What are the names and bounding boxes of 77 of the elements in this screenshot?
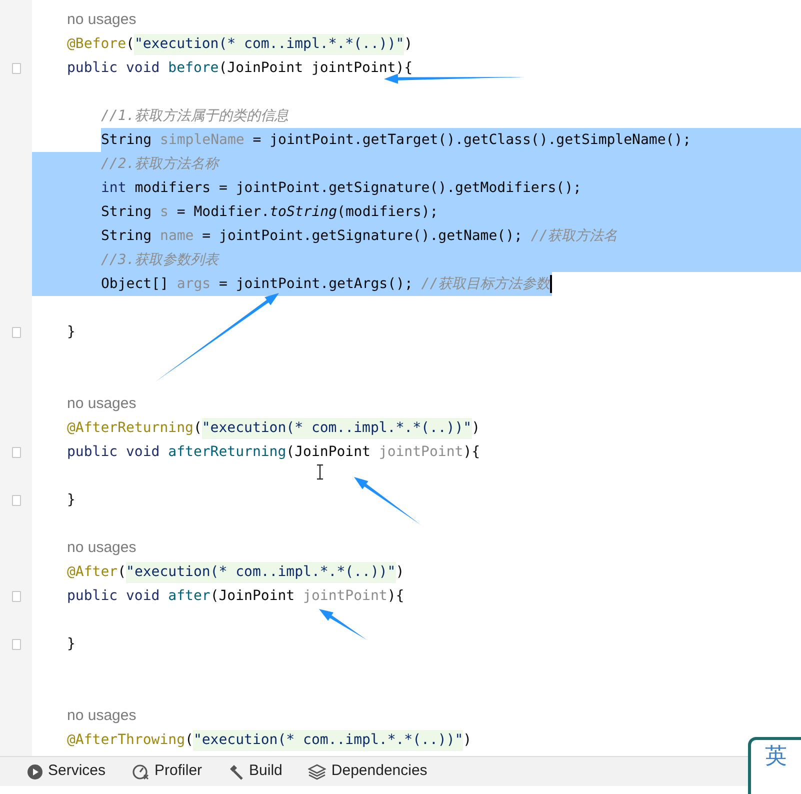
fold-marker-icon[interactable] <box>12 494 20 506</box>
code-token: simpleName <box>160 130 244 150</box>
code-token: String <box>101 202 153 222</box>
string-literal: "execution(* com..impl.*.*(..))" <box>126 562 396 582</box>
code-token: public void <box>67 442 161 462</box>
code-token: ( <box>126 34 134 54</box>
code-comment: //2.获取方法名称 <box>101 154 219 174</box>
code-token: ){ <box>463 442 480 462</box>
code-token: name <box>160 226 194 246</box>
fold-marker-icon[interactable] <box>12 62 20 74</box>
play-icon <box>27 764 43 780</box>
code-token: } <box>67 322 76 342</box>
code-token: after <box>168 586 210 606</box>
code-token: (modifiers); <box>337 202 438 222</box>
ime-label: 英 <box>765 744 788 770</box>
tool-window-tab[interactable]: Profiler <box>132 760 202 783</box>
code-comment: //获取方法名 <box>530 226 618 246</box>
code-token: } <box>67 490 76 510</box>
layers-icon <box>308 764 326 780</box>
code-token: ( <box>118 562 126 582</box>
tool-window-tab[interactable]: Build <box>228 760 282 783</box>
code-token: modifiers = jointPoint.getSignature().getModifiers(); <box>134 178 582 198</box>
code-token: = jointPoint.getTarget().getClass().getSimpleName(); <box>252 130 692 150</box>
code-comment: //1.获取方法属于的类的信息 <box>101 106 289 126</box>
code-token: ) <box>472 418 480 438</box>
code-token: args <box>176 274 211 294</box>
code-token: ) <box>463 730 472 750</box>
code-token: int <box>101 178 128 198</box>
code-token: ) <box>404 34 413 54</box>
pointer-arrow <box>319 609 367 640</box>
annotation-name: @AfterReturning <box>67 418 194 438</box>
usage-hint: no usages <box>67 10 136 30</box>
annotation-name: @AfterThrowing <box>67 730 186 750</box>
input-method-indicator[interactable]: 英 <box>748 737 801 794</box>
fold-marker-icon[interactable] <box>12 638 20 650</box>
fold-marker-icon[interactable] <box>12 590 20 602</box>
code-token: public void <box>67 586 161 606</box>
code-token: } <box>67 634 76 654</box>
string-literal: "execution(* com..impl.*.*(..))" <box>202 418 472 438</box>
code-token: = Modifier. <box>176 202 270 222</box>
pointer-arrow <box>354 477 421 525</box>
code-token: (JoinPoint <box>286 442 372 462</box>
code-token: String <box>101 226 153 246</box>
usage-hint: no usages <box>67 394 136 414</box>
gauge-icon <box>132 762 150 780</box>
annotation-name: @Before <box>67 34 126 54</box>
annotation-name: @After <box>67 562 118 582</box>
code-token: ){ <box>387 586 404 606</box>
code-token: (JoinPoint jointPoint){ <box>218 58 413 78</box>
code-token: String <box>101 130 153 150</box>
text-caret <box>550 275 552 293</box>
code-comment: //获取目标方法参数 <box>421 274 550 294</box>
code-token: jointPoint <box>303 586 388 606</box>
usage-hint: no usages <box>67 538 136 558</box>
usage-hint: no usages <box>67 706 136 726</box>
code-token: ( <box>185 730 194 750</box>
tool-window-tab[interactable]: Services <box>27 760 106 783</box>
code-token: public void <box>67 58 161 78</box>
text-cursor-icon <box>316 464 324 480</box>
string-literal: "execution(* com..impl.*.*(..))" <box>193 730 464 750</box>
hammer-icon <box>228 764 244 780</box>
code-token: = jointPoint.getArgs(); <box>218 274 414 294</box>
code-token: afterReturning <box>168 442 286 462</box>
code-comment: //3.获取参数列表 <box>101 250 219 270</box>
tool-window-tab[interactable]: Dependencies <box>308 760 428 783</box>
string-literal: "execution(* com..impl.*.*(..))" <box>134 34 404 54</box>
code-token: before <box>168 58 219 78</box>
code-token: toString <box>270 202 338 222</box>
fold-marker-icon[interactable] <box>12 446 20 458</box>
code-token: = jointPoint.getSignature().getName(); <box>201 226 524 246</box>
code-token: ( <box>193 418 202 438</box>
code-token: Object[] <box>101 274 170 294</box>
fold-marker-icon[interactable] <box>12 326 20 338</box>
code-token: ) <box>396 562 404 582</box>
code-token: jointPoint <box>378 442 464 462</box>
code-token: s <box>160 202 168 222</box>
code-token: (JoinPoint <box>210 586 296 606</box>
